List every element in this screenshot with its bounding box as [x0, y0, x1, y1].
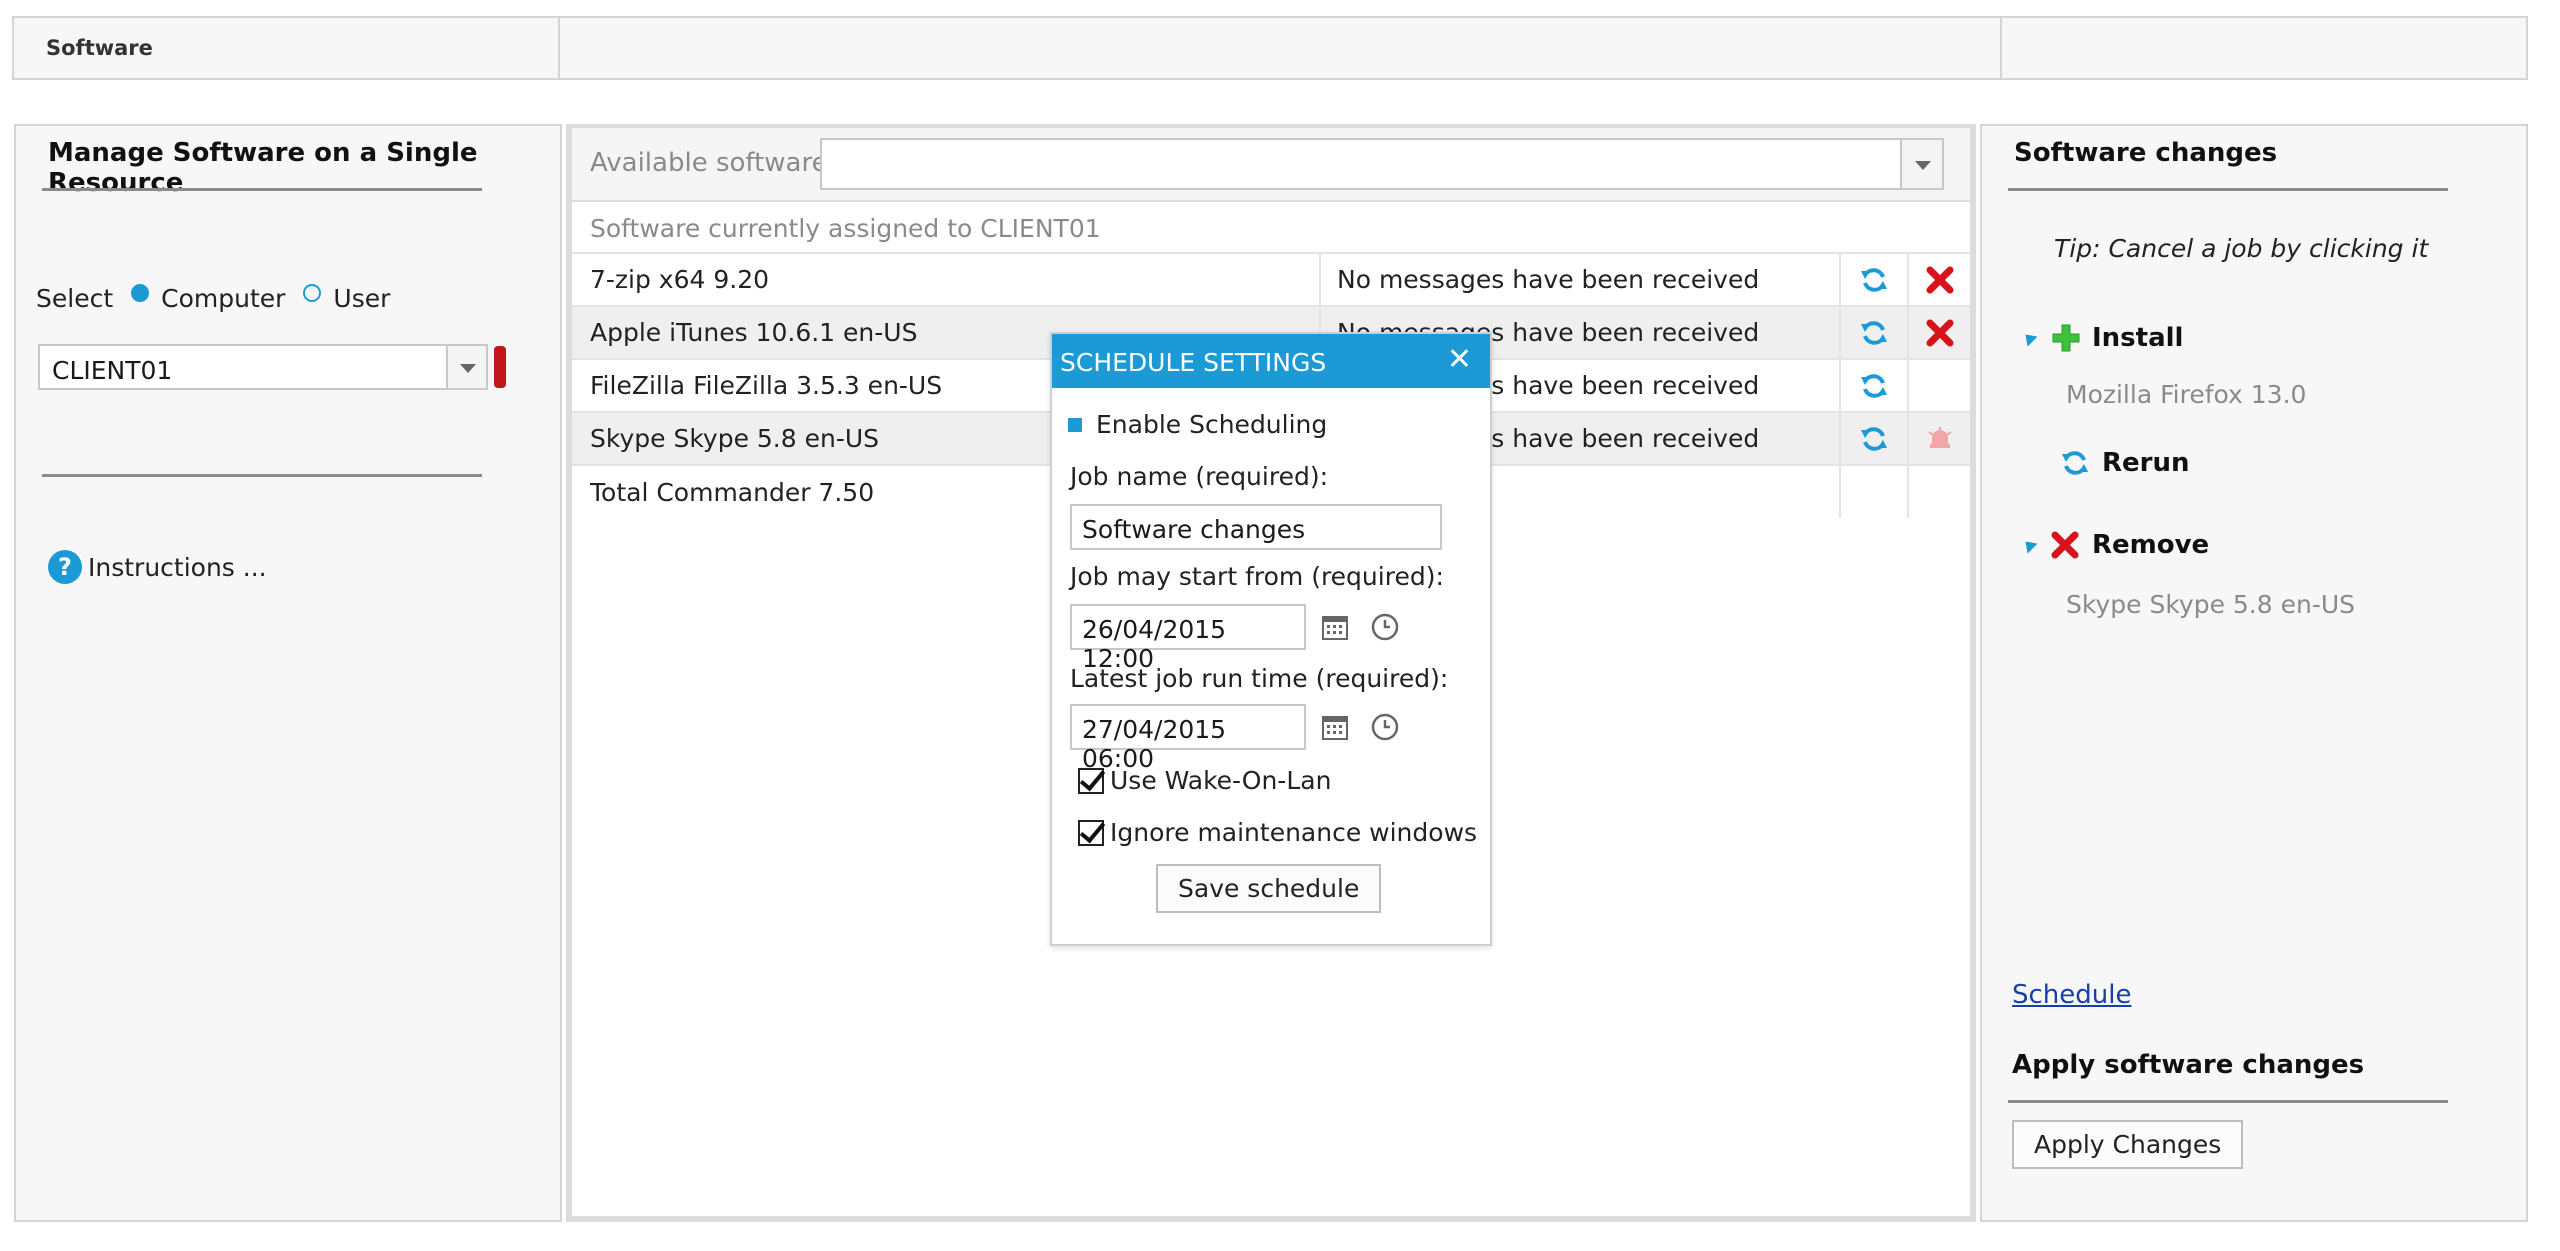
instructions-label: Instructions ...	[88, 552, 267, 582]
latest-date-input[interactable]: 27/04/2015 06:00	[1070, 704, 1306, 773]
wake-on-lan-row[interactable]: Use Wake-On-Lan	[1068, 766, 1331, 795]
rerun-icon[interactable]	[1840, 411, 1909, 465]
radio-computer-label: Computer	[161, 284, 286, 313]
radio-user-label: User	[333, 284, 391, 313]
select-row: Select Computer User	[36, 283, 391, 313]
empty-action-cell	[1908, 464, 1970, 518]
wake-on-lan-label: Use Wake-On-Lan	[1110, 766, 1332, 795]
required-marker	[494, 346, 506, 388]
enable-scheduling-checkbox[interactable]	[1068, 417, 1082, 432]
enable-scheduling-row[interactable]: Enable Scheduling	[1052, 410, 1327, 439]
ignore-maintenance-row[interactable]: Ignore maintenance windows	[1068, 818, 1477, 847]
chevron-down-icon[interactable]	[1900, 140, 1942, 188]
right-heading-rule	[2008, 188, 2448, 191]
pending-removal-icon[interactable]	[1908, 411, 1970, 465]
left-heading-rule	[42, 188, 482, 191]
help-icon: ?	[48, 550, 82, 584]
dialog-title: SCHEDULE SETTINGS	[1060, 348, 1327, 377]
ignore-maintenance-checkbox[interactable]	[1078, 819, 1104, 846]
install-plus-icon	[2052, 324, 2080, 352]
apply-changes-button[interactable]: Apply Changes	[2012, 1120, 2244, 1169]
clock-icon[interactable]	[1370, 612, 1400, 642]
radio-computer[interactable]	[131, 283, 150, 302]
right-heading: Software changes	[2014, 138, 2278, 168]
left-panel: Manage Software on a Single Resource Sel…	[14, 124, 562, 1222]
instructions-link[interactable]: ? Instructions ...	[48, 550, 267, 584]
table-row: 7-zip x64 9.20 No messages have been rec…	[572, 252, 1970, 306]
empty-action-cell	[1908, 358, 1970, 412]
header-title: Software	[46, 36, 153, 60]
expand-triangle-icon[interactable]	[2020, 536, 2038, 554]
available-software-combo[interactable]	[820, 138, 1944, 190]
install-item[interactable]: Mozilla Firefox 13.0	[2066, 380, 2306, 409]
rerun-group[interactable]: Rerun	[2060, 448, 2190, 478]
left-divider	[42, 474, 482, 477]
ignore-maintenance-label: Ignore maintenance windows	[1110, 818, 1478, 847]
save-schedule-button[interactable]: Save schedule	[1156, 864, 1382, 913]
remove-item[interactable]: Skype Skype 5.8 en-US	[2066, 590, 2355, 619]
enable-scheduling-label: Enable Scheduling	[1096, 410, 1328, 439]
header-cell-middle	[560, 18, 2002, 78]
available-software-bar: Available software	[572, 128, 1970, 202]
right-panel: Software changes Tip: Cancel a job by cl…	[1980, 124, 2528, 1222]
close-icon[interactable]: ✕	[1447, 342, 1472, 377]
calendar-icon[interactable]	[1320, 612, 1350, 642]
top-header-bar: Software	[12, 16, 2528, 80]
start-label: Job may start from (required):	[1070, 562, 1444, 591]
radio-user[interactable]	[303, 283, 322, 302]
rerun-icon	[2062, 451, 2088, 475]
schedule-link[interactable]: Schedule	[2012, 980, 2131, 1010]
remove-icon	[2051, 531, 2079, 559]
remove-icon[interactable]	[1908, 305, 1970, 359]
available-software-label: Available software	[590, 148, 828, 178]
select-label: Select	[36, 284, 114, 313]
apply-heading-rule	[2008, 1100, 2448, 1103]
install-label: Install	[2092, 323, 2184, 353]
rerun-icon[interactable]	[1840, 305, 1909, 359]
resource-value: CLIENT01	[52, 356, 173, 385]
calendar-icon[interactable]	[1320, 712, 1350, 742]
empty-action-cell	[1840, 464, 1909, 518]
apply-heading: Apply software changes	[2012, 1050, 2365, 1080]
software-name: 7-zip x64 9.20	[572, 252, 1321, 306]
rerun-label: Rerun	[2102, 448, 2190, 478]
remove-label: Remove	[2092, 530, 2210, 560]
install-group[interactable]: Install	[2020, 322, 2184, 354]
software-message: No messages have been received	[1320, 252, 1841, 306]
expand-triangle-icon[interactable]	[2020, 329, 2038, 347]
wake-on-lan-checkbox[interactable]	[1078, 767, 1104, 794]
assigned-software-label: Software currently assigned to CLIENT01	[590, 214, 1101, 243]
remove-group[interactable]: Remove	[2020, 530, 2210, 560]
rerun-icon[interactable]	[1840, 358, 1909, 412]
chevron-down-icon[interactable]	[446, 346, 486, 388]
dialog-header: SCHEDULE SETTINGS ✕	[1052, 334, 1490, 388]
job-name-input[interactable]: Software changes	[1070, 504, 1442, 550]
clock-icon[interactable]	[1370, 712, 1400, 742]
rerun-icon[interactable]	[1840, 252, 1909, 306]
latest-label: Latest job run time (required):	[1070, 664, 1449, 693]
remove-icon[interactable]	[1908, 252, 1970, 306]
job-name-label: Job name (required):	[1070, 462, 1329, 491]
tip-text: Tip: Cancel a job by clicking it	[2054, 234, 2429, 263]
schedule-settings-dialog: SCHEDULE SETTINGS ✕ Enable Scheduling Jo…	[1050, 332, 1492, 946]
resource-combo[interactable]: CLIENT01	[38, 344, 488, 390]
start-date-input[interactable]: 26/04/2015 12:00	[1070, 604, 1306, 673]
